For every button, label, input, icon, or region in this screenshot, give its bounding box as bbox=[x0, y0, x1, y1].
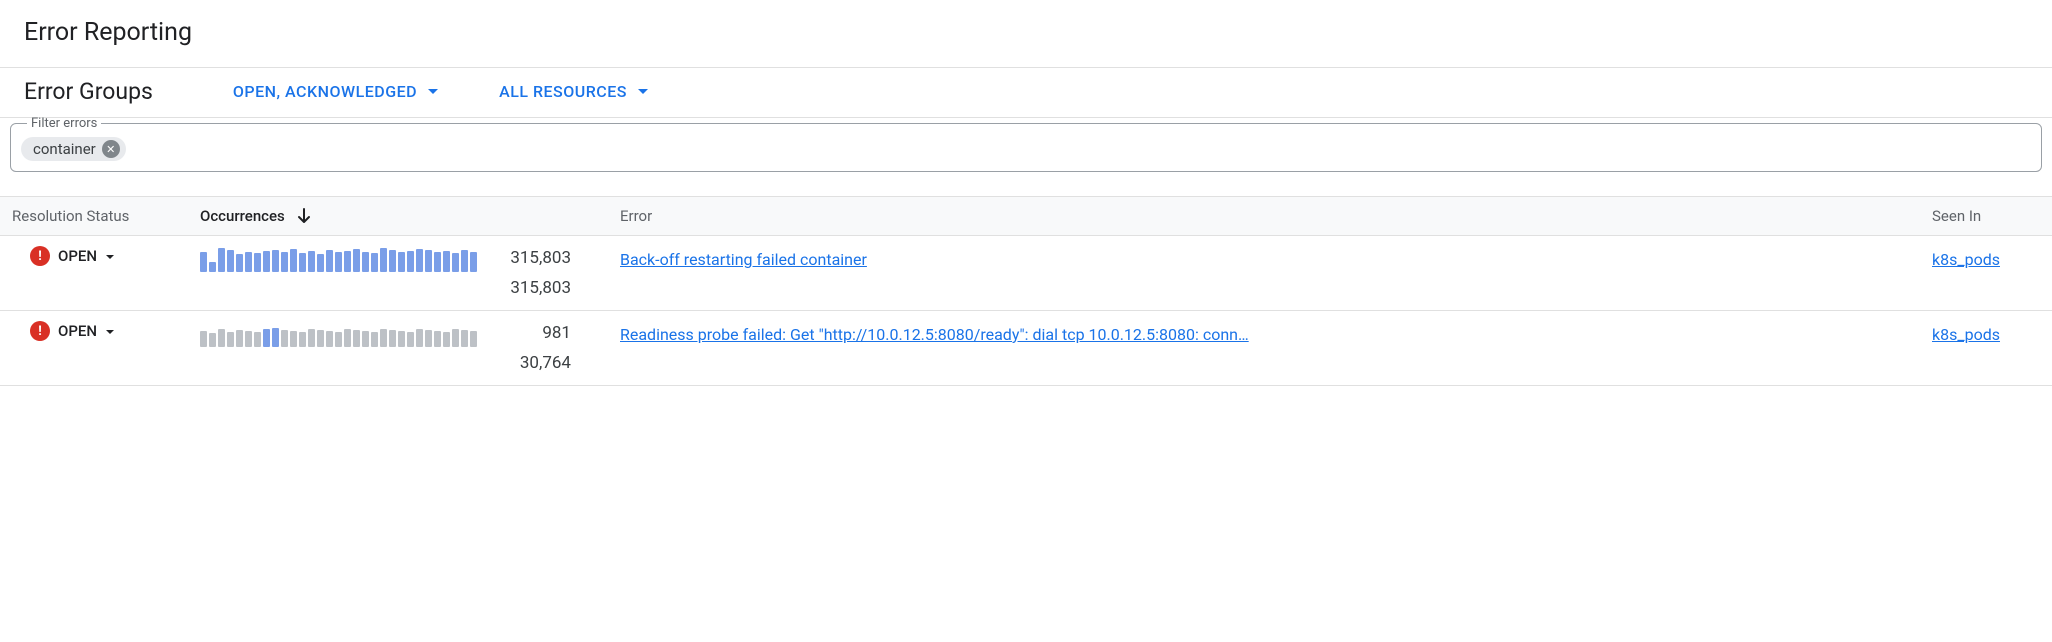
close-icon[interactable]: ✕ bbox=[102, 140, 120, 158]
caret-down-icon bbox=[105, 322, 115, 340]
col-occurrences[interactable]: Occurrences bbox=[200, 207, 311, 225]
status-label: OPEN bbox=[58, 322, 97, 340]
sparkline bbox=[200, 321, 477, 347]
caret-down-icon bbox=[105, 247, 115, 265]
occurrence-subcount: 30,764 bbox=[491, 353, 571, 373]
error-icon: ! bbox=[30, 246, 50, 266]
section-title: Error Groups bbox=[24, 78, 153, 105]
resource-filter-dropdown[interactable]: ALL RESOURCES bbox=[499, 82, 649, 101]
status-label: OPEN bbox=[58, 247, 97, 265]
seen-in-link[interactable]: k8s_pods bbox=[1932, 246, 2000, 269]
table-row: ! OPEN 315,803 315,803 Back-off restarting f… bbox=[0, 236, 2052, 311]
col-seen-in[interactable]: Seen In bbox=[1932, 207, 2052, 225]
filter-chip-label: container bbox=[33, 140, 96, 158]
error-link[interactable]: Back-off restarting failed container bbox=[620, 246, 867, 269]
status-filter-dropdown[interactable]: OPEN, ACKNOWLEDGED bbox=[233, 82, 439, 101]
seen-in-link[interactable]: k8s_pods bbox=[1932, 321, 2000, 344]
filter-bar[interactable]: Filter errors container ✕ bbox=[10, 116, 2042, 172]
arrow-down-icon bbox=[297, 208, 311, 224]
occurrence-count: 981 bbox=[491, 323, 571, 343]
table-row: ! OPEN 981 30,764 Readiness probe failed: Ge… bbox=[0, 311, 2052, 386]
resource-filter-label: ALL RESOURCES bbox=[499, 82, 627, 101]
sparkline bbox=[200, 246, 477, 272]
subheader: Error Groups OPEN, ACKNOWLEDGED ALL RESO… bbox=[0, 68, 2052, 118]
errors-table: Resolution Status Occurrences Error Seen… bbox=[0, 196, 2052, 386]
status-dropdown[interactable]: ! OPEN bbox=[12, 321, 200, 341]
page-title: Error Reporting bbox=[24, 18, 2028, 47]
error-link[interactable]: Readiness probe failed: Get "http://10.0… bbox=[620, 321, 1249, 344]
caret-down-icon bbox=[637, 88, 649, 96]
occurrence-subcount: 315,803 bbox=[491, 278, 571, 298]
col-error[interactable]: Error bbox=[600, 207, 1932, 225]
filter-legend: Filter errors bbox=[27, 116, 101, 131]
occurrence-count: 315,803 bbox=[491, 248, 571, 268]
status-filter-label: OPEN, ACKNOWLEDGED bbox=[233, 82, 417, 101]
col-status[interactable]: Resolution Status bbox=[0, 207, 200, 225]
caret-down-icon bbox=[427, 88, 439, 96]
table-header: Resolution Status Occurrences Error Seen… bbox=[0, 196, 2052, 236]
status-dropdown[interactable]: ! OPEN bbox=[12, 246, 200, 266]
error-icon: ! bbox=[30, 321, 50, 341]
page-header: Error Reporting bbox=[0, 0, 2052, 68]
filter-chip[interactable]: container ✕ bbox=[21, 137, 126, 161]
